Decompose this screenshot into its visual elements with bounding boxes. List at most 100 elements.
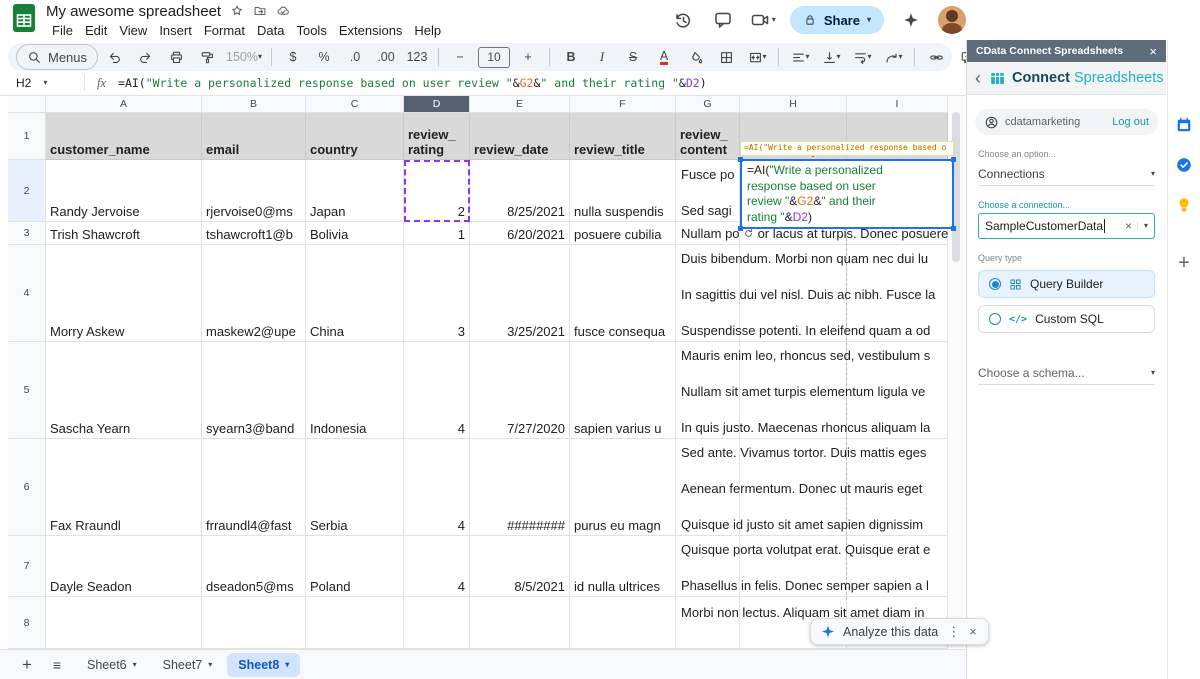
- cell-D7[interactable]: 4: [404, 536, 470, 597]
- star-icon[interactable]: [230, 4, 244, 18]
- text-color-button[interactable]: A: [649, 45, 679, 69]
- format-currency-button[interactable]: $: [278, 45, 308, 69]
- column-header-D[interactable]: D: [404, 96, 470, 113]
- get-add-ons-button[interactable]: +: [1178, 252, 1190, 275]
- connection-input[interactable]: SampleCustomerData × ▾: [978, 213, 1155, 239]
- font-size-increase-button[interactable]: +: [513, 45, 543, 69]
- cell-A3[interactable]: Trish Shawcroft: [46, 222, 202, 245]
- cell-B7[interactable]: dseadon5@ms: [202, 536, 306, 597]
- cell-D6[interactable]: 4: [404, 439, 470, 536]
- selection-handle[interactable]: [738, 157, 743, 162]
- sheet-tab-sheet8[interactable]: Sheet8▾: [227, 653, 300, 677]
- cell-B5[interactable]: syearn3@band: [202, 342, 306, 439]
- redo-button[interactable]: [130, 45, 160, 69]
- cell-B1[interactable]: email: [202, 113, 306, 160]
- move-folder-icon[interactable]: [253, 4, 267, 18]
- print-button[interactable]: [161, 45, 191, 69]
- cell-G5[interactable]: [676, 342, 740, 439]
- cell-F3[interactable]: posuere cubilia: [570, 222, 676, 245]
- cell-C5[interactable]: Indonesia: [306, 342, 404, 439]
- cell-C7[interactable]: Poland: [306, 536, 404, 597]
- menu-file[interactable]: File: [46, 23, 79, 38]
- cell-G6[interactable]: [676, 439, 740, 536]
- selection-handle[interactable]: [738, 226, 743, 231]
- analyze-data-pill[interactable]: Analyze this data ⋮ ×: [810, 618, 989, 645]
- tasks-button[interactable]: [1175, 156, 1193, 174]
- row-header-3[interactable]: 3: [8, 222, 46, 245]
- logout-link[interactable]: Log out: [1112, 116, 1149, 128]
- selection-handle[interactable]: [951, 157, 956, 162]
- cell-D3[interactable]: 1: [404, 222, 470, 245]
- meet-button[interactable]: ▾: [750, 10, 776, 30]
- row-header-5[interactable]: 5: [8, 342, 46, 439]
- cell-B6[interactable]: frraundl4@fast: [202, 439, 306, 536]
- chevron-down-icon[interactable]: ▾: [1137, 222, 1148, 230]
- column-header-A[interactable]: A: [46, 96, 202, 113]
- cell-D4[interactable]: 3: [404, 245, 470, 342]
- schema-select[interactable]: Choose a schema... ▾: [978, 361, 1155, 385]
- vertical-align-button[interactable]: ▾: [816, 45, 846, 69]
- cell-C3[interactable]: Bolivia: [306, 222, 404, 245]
- column-header-B[interactable]: B: [202, 96, 306, 113]
- cell-E8[interactable]: [470, 597, 570, 649]
- cell-F2[interactable]: nulla suspendis: [570, 160, 676, 222]
- row-header-6[interactable]: 6: [8, 439, 46, 536]
- selection-handle[interactable]: [951, 226, 956, 231]
- cell-B8[interactable]: [202, 597, 306, 649]
- paint-format-button[interactable]: [192, 45, 222, 69]
- cell-E3[interactable]: 6/20/2021: [470, 222, 570, 245]
- sheet-tab-sheet7[interactable]: Sheet7▾: [152, 653, 224, 677]
- cell-C4[interactable]: China: [306, 245, 404, 342]
- custom-sql-option[interactable]: </> Custom SQL: [978, 305, 1155, 333]
- formula-text[interactable]: =AI("Write a personalized response based…: [118, 76, 707, 90]
- cell-A2[interactable]: Randy Jervoise: [46, 160, 202, 222]
- calendar-button[interactable]: [1175, 116, 1193, 134]
- cell-D5[interactable]: 4: [404, 342, 470, 439]
- cell-D1[interactable]: review_ rating: [404, 113, 470, 160]
- cell-I4[interactable]: [847, 245, 948, 342]
- cell-F8[interactable]: [570, 597, 676, 649]
- column-header-I[interactable]: I: [847, 96, 948, 113]
- cell-E5[interactable]: 7/27/2020: [470, 342, 570, 439]
- clear-icon[interactable]: ×: [1120, 219, 1137, 233]
- column-header-C[interactable]: C: [306, 96, 404, 113]
- column-header-H[interactable]: H: [740, 96, 847, 113]
- horizontal-align-button[interactable]: ▾: [785, 45, 815, 69]
- cell-E6[interactable]: ########: [470, 439, 570, 536]
- cell-A5[interactable]: Sascha Yearn: [46, 342, 202, 439]
- cell-F5[interactable]: sapien varius u: [570, 342, 676, 439]
- cell-A4[interactable]: Morry Askew: [46, 245, 202, 342]
- panel-close-icon[interactable]: ×: [1149, 44, 1157, 59]
- row-header-2[interactable]: 2: [8, 160, 46, 222]
- cell-G4[interactable]: [676, 245, 740, 342]
- cell-C8[interactable]: [306, 597, 404, 649]
- search-menus-button[interactable]: Menus: [16, 44, 98, 70]
- italic-button[interactable]: I: [587, 45, 617, 69]
- version-history-button[interactable]: [670, 7, 696, 33]
- menu-edit[interactable]: Edit: [79, 23, 113, 38]
- borders-button[interactable]: [711, 45, 741, 69]
- keep-button[interactable]: [1175, 196, 1193, 214]
- menu-tools[interactable]: Tools: [290, 23, 332, 38]
- undo-button[interactable]: [99, 45, 129, 69]
- cell-A8[interactable]: [46, 597, 202, 649]
- insert-link-button[interactable]: [921, 45, 951, 69]
- cell-D2[interactable]: 2: [404, 160, 470, 222]
- text-wrap-button[interactable]: ▾: [847, 45, 877, 69]
- account-avatar[interactable]: [938, 6, 966, 34]
- cell-F1[interactable]: review_title: [570, 113, 676, 160]
- cell-F7[interactable]: id nulla ultrices: [570, 536, 676, 597]
- column-header-F[interactable]: F: [570, 96, 676, 113]
- column-header-E[interactable]: E: [470, 96, 570, 113]
- sheet-tab-sheet6[interactable]: Sheet6▾: [76, 653, 148, 677]
- bold-button[interactable]: B: [556, 45, 586, 69]
- cell-A1[interactable]: customer_name: [46, 113, 202, 160]
- cell-editor-h2[interactable]: =AI("Write a personalizedresponse based …: [740, 159, 954, 229]
- menu-insert[interactable]: Insert: [153, 23, 198, 38]
- back-chevron-icon[interactable]: ‹: [975, 69, 981, 87]
- cell-C6[interactable]: Serbia: [306, 439, 404, 536]
- cell-G3[interactable]: [676, 222, 740, 245]
- row-header-1[interactable]: 1: [8, 113, 46, 160]
- format-percent-button[interactable]: %: [309, 45, 339, 69]
- cell-H5[interactable]: [740, 342, 847, 439]
